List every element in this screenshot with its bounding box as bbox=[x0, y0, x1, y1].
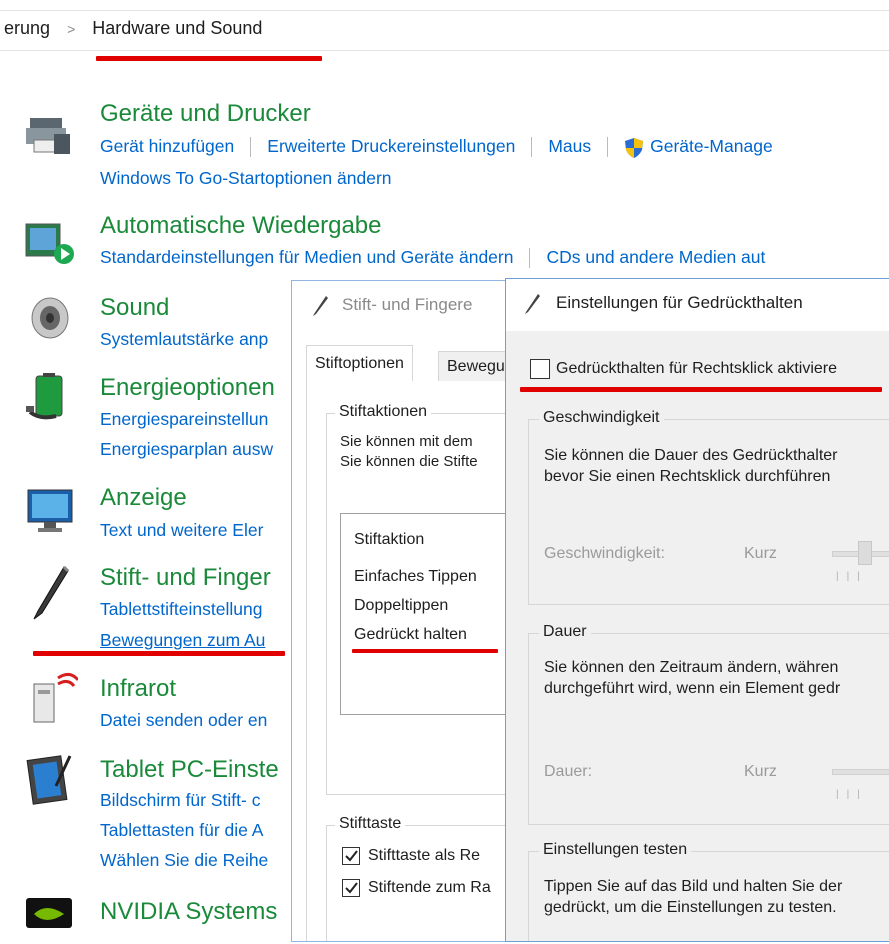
chevron-right-icon: > bbox=[67, 21, 76, 37]
nvidia-icon bbox=[26, 894, 76, 944]
tab-label: Stiftoptionen bbox=[315, 355, 404, 372]
mouse-link[interactable]: Maus bbox=[548, 136, 591, 156]
category-title-display[interactable]: Anzeige bbox=[100, 484, 187, 512]
test-desc-1: Tippen Sie auf das Bild und halten Sie d… bbox=[544, 878, 843, 895]
send-file-link[interactable]: Datei senden oder en bbox=[100, 710, 267, 731]
press-hold-dialog: Einstellungen für Gedrückthalten Gedrück… bbox=[505, 278, 889, 942]
tablet-icon bbox=[26, 752, 76, 805]
pen-actions-desc-1: Sie können mit dem bbox=[340, 433, 473, 450]
group-legend: Geschwindigkeit bbox=[539, 409, 664, 427]
cds-media-link[interactable]: CDs und andere Medien aut bbox=[546, 247, 765, 267]
highlight-underline bbox=[520, 387, 882, 392]
dialog-titlebar[interactable]: Stift- und Fingere bbox=[292, 281, 532, 333]
pen-button-right-click-checkbox[interactable] bbox=[342, 847, 360, 865]
pen-end-erase-checkbox[interactable] bbox=[342, 879, 360, 897]
highlight-underline bbox=[96, 56, 322, 61]
autoplay-icon bbox=[24, 220, 74, 270]
battery-icon bbox=[26, 372, 76, 422]
enable-press-hold-label: Gedrückthalten für Rechtsklick aktiviere bbox=[556, 360, 837, 377]
duration-slider-ticks: ||| bbox=[836, 789, 868, 800]
speed-slider-ticks: ||| bbox=[836, 571, 868, 582]
test-desc-2: gedrückt, um die Einstellungen zu testen… bbox=[544, 899, 837, 916]
dialog-titlebar[interactable]: Einstellungen für Gedrückthalten bbox=[506, 279, 889, 331]
tablet-buttons-link[interactable]: Tablettasten für die A bbox=[100, 820, 263, 841]
category-title-infrared[interactable]: Infrarot bbox=[100, 675, 176, 703]
pen-end-erase-label: Stiftende zum Ra bbox=[368, 879, 491, 896]
dialog-title: Einstellungen für Gedrückthalten bbox=[556, 293, 803, 312]
pen-touch-dialog: Stift- und Fingere Stiftoptionen Bewegu … bbox=[291, 280, 533, 942]
pen-button-right-click-label: Stifttaste als Re bbox=[368, 847, 481, 864]
category-title-autoplay[interactable]: Automatische Wiedergabe bbox=[100, 212, 381, 240]
category-title-pen[interactable]: Stift- und Finger bbox=[100, 564, 271, 592]
list-header: Stiftaktion bbox=[354, 531, 425, 548]
category-title-sound[interactable]: Sound bbox=[100, 294, 169, 322]
tab-label: Bewegu bbox=[447, 358, 505, 375]
system-volume-link[interactable]: Systemlautstärke anp bbox=[100, 329, 268, 350]
windows-to-go-link[interactable]: Windows To Go-Startoptionen ändern bbox=[100, 168, 392, 189]
breadcrumb: erung > Hardware und Sound bbox=[4, 18, 262, 39]
power-plan-link[interactable]: Energiesparplan ausw bbox=[100, 439, 273, 460]
pen-screen-link[interactable]: Bildschirm für Stift- c bbox=[100, 790, 260, 811]
media-defaults-link[interactable]: Standardeinstellungen für Medien und Ger… bbox=[100, 247, 513, 267]
monitor-icon bbox=[26, 486, 76, 536]
tablet-pen-settings-link[interactable]: Tablettstifteinstellung bbox=[100, 599, 262, 620]
category-title-devices[interactable]: Geräte und Drucker bbox=[100, 100, 311, 128]
category-title-power[interactable]: Energieoptionen bbox=[100, 374, 275, 402]
pen-icon bbox=[24, 565, 74, 620]
pen-icon bbox=[310, 295, 330, 322]
group-legend: Stifttaste bbox=[335, 815, 406, 833]
choose-order-link[interactable]: Wählen Sie die Reihe bbox=[100, 850, 268, 871]
highlight-underline bbox=[352, 649, 498, 653]
speed-desc-2: bevor Sie einen Rechtsklick durchführen bbox=[544, 468, 831, 485]
breadcrumb-prev[interactable]: erung bbox=[4, 18, 50, 38]
pen-icon bbox=[522, 293, 542, 320]
duration-slider-track[interactable] bbox=[832, 769, 889, 775]
devices-links-row1: Gerät hinzufügen Erweiterte Druckereinste… bbox=[100, 136, 773, 159]
advanced-printer-settings-link[interactable]: Erweiterte Druckereinstellungen bbox=[267, 136, 515, 156]
breadcrumb-current[interactable]: Hardware und Sound bbox=[92, 18, 262, 38]
list-item-double-tap[interactable]: Doppeltippen bbox=[354, 597, 448, 615]
category-title-tablet[interactable]: Tablet PC-Einste bbox=[100, 756, 279, 784]
group-legend: Stiftaktionen bbox=[335, 403, 432, 421]
speed-desc-1: Sie können die Dauer des Gedrückthalter bbox=[544, 447, 838, 464]
infrared-icon bbox=[28, 670, 80, 723]
add-device-link[interactable]: Gerät hinzufügen bbox=[100, 136, 234, 156]
enable-press-hold-checkbox[interactable] bbox=[530, 359, 550, 379]
highlight-underline bbox=[33, 651, 285, 656]
duration-desc-2: durchgeführt wird, wenn ein Element gedr bbox=[544, 680, 841, 697]
pen-actions-desc-2: Sie können die Stifte bbox=[340, 453, 478, 470]
group-legend: Einstellungen testen bbox=[539, 841, 692, 859]
shield-icon bbox=[624, 137, 644, 159]
gestures-link[interactable]: Bewegungen zum Au bbox=[100, 630, 265, 651]
list-item-press-hold[interactable]: Gedrückt halten bbox=[354, 626, 467, 644]
list-item-single-tap[interactable]: Einfaches Tippen bbox=[354, 568, 477, 586]
autoplay-links-row1: Standardeinstellungen für Medien und Ger… bbox=[100, 247, 765, 269]
duration-slider-label: Dauer: bbox=[544, 763, 593, 780]
printer-icon bbox=[24, 110, 74, 160]
device-manager-link[interactable]: Geräte-Manage bbox=[650, 136, 773, 156]
speed-slider-label: Geschwindigkeit: bbox=[544, 545, 665, 562]
tab-gestures[interactable]: Bewegu bbox=[438, 351, 514, 382]
speed-slider-min-label: Kurz bbox=[744, 545, 777, 562]
test-settings-group: Einstellungen testen bbox=[528, 841, 889, 941]
dialog-title: Stift- und Fingere bbox=[342, 295, 473, 314]
duration-desc-1: Sie können den Zeitraum ändern, währen bbox=[544, 659, 839, 676]
group-legend: Dauer bbox=[539, 623, 591, 641]
power-saving-link[interactable]: Energiespareinstellun bbox=[100, 409, 268, 430]
speaker-icon bbox=[28, 294, 78, 344]
text-size-link[interactable]: Text und weitere Eler bbox=[100, 520, 263, 541]
duration-slider-min-label: Kurz bbox=[744, 763, 777, 780]
category-title-nvidia[interactable]: NVIDIA Systems bbox=[100, 898, 277, 926]
speed-slider-thumb[interactable] bbox=[858, 541, 872, 565]
tab-pen-options[interactable]: Stiftoptionen bbox=[306, 345, 413, 383]
